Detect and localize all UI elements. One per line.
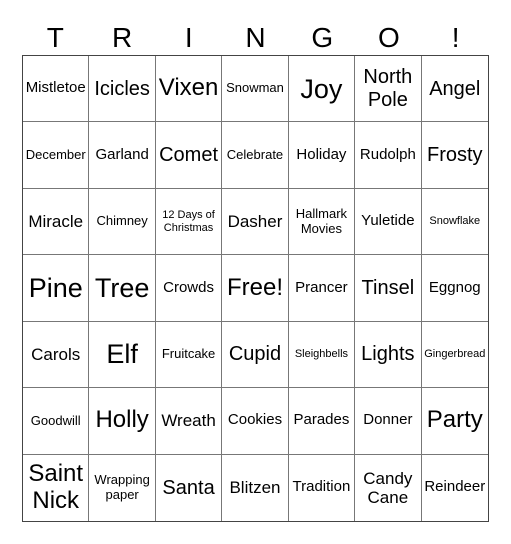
header-letter: G [311, 22, 334, 53]
bingo-cell[interactable]: Cookies [222, 388, 289, 455]
bingo-cell[interactable]: Donner [355, 388, 422, 455]
bingo-cell[interactable]: Free! [222, 255, 289, 322]
bingo-cell[interactable]: Parades [288, 388, 356, 455]
bingo-cell[interactable]: Mistletoe [23, 56, 90, 123]
header-letter: ! [451, 22, 460, 53]
bingo-cell[interactable]: Reindeer [422, 455, 488, 521]
bingo-cell[interactable]: Holiday [288, 122, 356, 189]
bingo-cell[interactable]: Celebrate [222, 122, 289, 189]
bingo-cell[interactable]: Vixen [155, 56, 223, 123]
bingo-cell[interactable]: December [23, 122, 90, 189]
bingo-board: Mistletoe Icicles Vixen Snowman Joy Nort… [22, 55, 489, 522]
bingo-cell[interactable]: Sleighbells [288, 321, 356, 389]
bingo-cell[interactable]: Prancer [288, 255, 356, 322]
header-letter: O [378, 22, 400, 53]
bingo-cell[interactable]: Tree [89, 255, 156, 322]
header-letter: I [184, 22, 193, 53]
bingo-cell[interactable]: Carols [23, 321, 90, 389]
bingo-header: T R I N G O ! [22, 18, 489, 58]
bingo-cell[interactable]: Cupid [222, 321, 289, 389]
bingo-cell[interactable]: Angel [421, 56, 488, 123]
bingo-cell[interactable]: Candy Cane [355, 454, 422, 521]
header-letter: N [245, 22, 266, 53]
bingo-cell[interactable]: North Pole [355, 56, 422, 123]
bingo-cell[interactable]: Yuletide [355, 188, 422, 256]
bingo-cell[interactable]: Wreath [155, 388, 223, 455]
bingo-cell[interactable]: Rudolph [355, 122, 422, 189]
bingo-cell[interactable]: Tradition [289, 454, 356, 521]
bingo-cell[interactable]: Eggnog [421, 255, 488, 322]
bingo-cell[interactable]: Garland [89, 122, 156, 189]
bingo-cell[interactable]: Joy [288, 56, 356, 123]
bingo-cell[interactable]: Saint Nick [23, 454, 90, 521]
bingo-cell[interactable]: Lights [355, 321, 422, 389]
bingo-cell[interactable]: Party [421, 388, 488, 455]
bingo-cell[interactable]: 12 Days of Christmas [155, 188, 223, 256]
bingo-cell[interactable]: Fruitcake [155, 321, 223, 389]
bingo-cell[interactable]: Crowds [155, 255, 223, 322]
bingo-cell[interactable]: Wrapping paper [89, 454, 156, 521]
bingo-cell[interactable]: Santa [156, 454, 223, 521]
bingo-cell[interactable]: Blitzen [222, 454, 289, 521]
bingo-cell[interactable]: Comet [155, 122, 223, 189]
bingo-cell[interactable]: Gingerbread [421, 322, 488, 389]
header-letter: T [46, 22, 64, 53]
bingo-cell[interactable]: Snowflake [421, 189, 488, 256]
bingo-cell[interactable]: Elf [89, 321, 156, 389]
bingo-cell[interactable]: Tinsel [355, 255, 422, 322]
bingo-cell[interactable]: Chimney [89, 188, 156, 256]
bingo-cell[interactable]: Hallmark Movies [288, 188, 356, 256]
header-letter: R [111, 22, 133, 53]
bingo-cell[interactable]: Holly [89, 388, 156, 455]
bingo-cell[interactable]: Miracle [23, 188, 90, 256]
bingo-cell[interactable]: Dasher [222, 188, 289, 256]
bingo-cell[interactable]: Snowman [222, 56, 289, 123]
bingo-cell[interactable]: Goodwill [23, 388, 90, 455]
bingo-cell[interactable]: Icicles [89, 56, 156, 123]
bingo-cell[interactable]: Frosty [421, 122, 488, 189]
bingo-cell[interactable]: Pine [23, 255, 90, 322]
